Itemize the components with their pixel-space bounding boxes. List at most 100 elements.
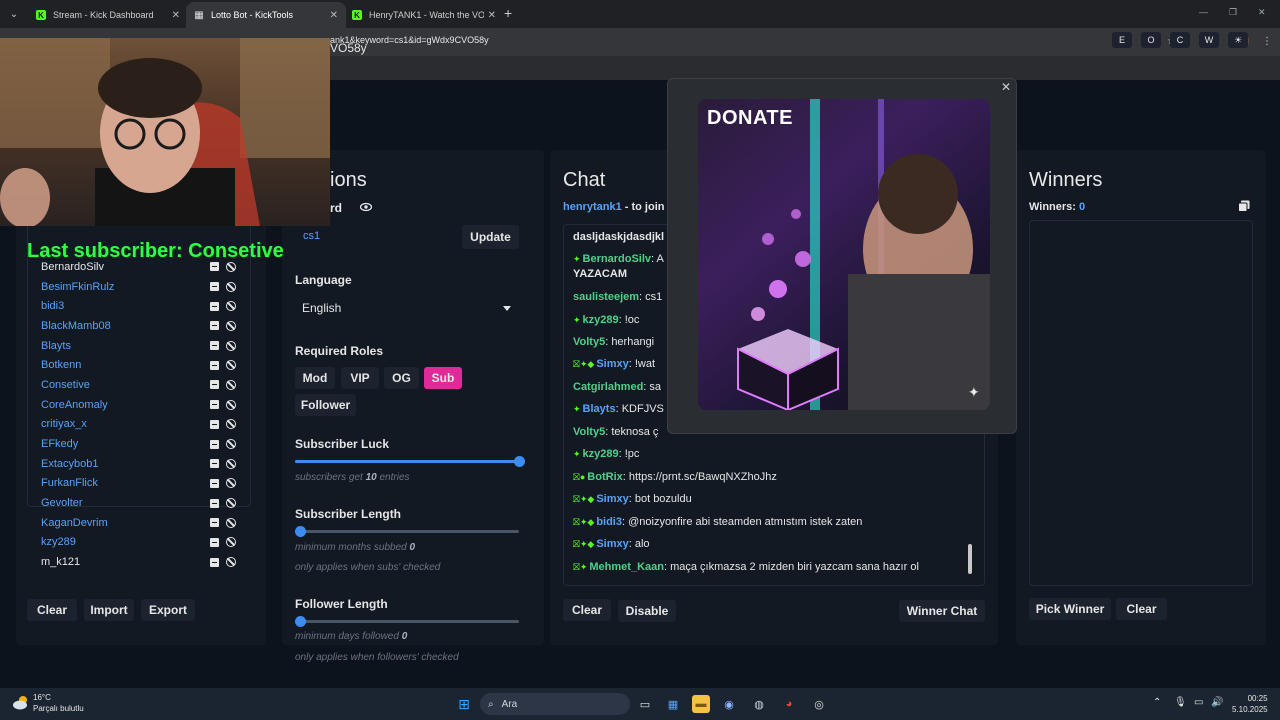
role-follower-toggle[interactable]: Follower	[295, 394, 356, 416]
user-list-item[interactable]: CoreAnomaly	[28, 395, 250, 415]
remove-user-icon[interactable]	[210, 419, 219, 429]
toolbar-button-c[interactable]: C	[1170, 32, 1190, 48]
channel-name[interactable]: henrytank1	[563, 201, 622, 213]
user-name[interactable]: kzy289	[41, 536, 210, 548]
ban-user-icon[interactable]	[226, 261, 236, 272]
chat-username[interactable]: saulisteejem	[573, 291, 639, 303]
close-window-icon[interactable]: ✕	[1258, 7, 1266, 18]
remove-user-icon[interactable]	[210, 459, 219, 469]
slider-handle[interactable]	[295, 616, 306, 627]
obs-icon[interactable]: ◎	[810, 695, 828, 713]
user-list-item[interactable]: BlackMamb08	[28, 316, 250, 336]
chat-username[interactable]: Blayts	[583, 403, 616, 415]
user-list-item[interactable]: Gevolter	[28, 493, 250, 513]
clear-chat-button[interactable]: Clear	[563, 599, 611, 621]
chat-username[interactable]: kzy289	[583, 448, 619, 460]
disable-chat-button[interactable]: Disable	[618, 600, 676, 622]
ban-user-icon[interactable]	[226, 537, 236, 548]
chrome-icon[interactable]: ◕	[780, 695, 798, 713]
clear-users-button[interactable]: Clear	[27, 599, 77, 621]
chat-username[interactable]: Volty5	[573, 336, 605, 348]
user-list-item[interactable]: Blayts	[28, 336, 250, 356]
user-list-item[interactable]: bidi3	[28, 296, 250, 316]
user-name[interactable]: FurkanFlick	[41, 477, 210, 489]
ban-user-icon[interactable]	[226, 419, 236, 430]
chat-username[interactable]: Volty5	[573, 426, 605, 438]
close-icon[interactable]: ✕	[1001, 80, 1011, 94]
user-name[interactable]: Extacybob1	[41, 458, 210, 470]
remove-user-icon[interactable]	[210, 380, 219, 390]
close-icon[interactable]: ✕	[488, 10, 496, 21]
user-name[interactable]: CoreAnomaly	[41, 399, 210, 411]
slider-handle[interactable]	[514, 456, 525, 467]
ban-user-icon[interactable]	[226, 557, 236, 568]
taskbar-clock[interactable]: 00:25 5.10.2025	[1232, 693, 1268, 715]
ban-user-icon[interactable]	[226, 439, 236, 450]
language-select[interactable]: English	[295, 296, 519, 320]
subscriber-luck-slider[interactable]	[295, 456, 525, 467]
calculator-icon[interactable]: ▦	[664, 695, 682, 713]
winner-chat-button[interactable]: Winner Chat	[899, 600, 985, 622]
role-vip-toggle[interactable]: VIP	[341, 367, 379, 389]
user-list-item[interactable]: Consetive	[28, 375, 250, 395]
remove-user-icon[interactable]	[210, 321, 219, 331]
keyword-input[interactable]: cs1	[295, 225, 455, 247]
user-list-item[interactable]: BesimFkinRulz	[28, 277, 250, 297]
volume-icon[interactable]: 🔊	[1211, 697, 1223, 708]
tab-henrytank-vod[interactable]: K HenryTANK1 - Watch the VOD ✕	[344, 2, 504, 28]
tab-stream-dashboard[interactable]: K Stream - Kick Dashboard ✕	[28, 2, 188, 28]
remove-user-icon[interactable]	[210, 478, 219, 488]
remove-user-icon[interactable]	[210, 537, 219, 547]
microphone-icon[interactable]: 🎙	[1174, 697, 1187, 708]
role-og-toggle[interactable]: OG	[384, 367, 419, 389]
user-list-item[interactable]: KaganDevrim	[28, 513, 250, 533]
role-sub-toggle[interactable]: Sub	[424, 367, 462, 389]
user-list-item[interactable]: m_k121	[28, 552, 250, 572]
weather-widget[interactable]: 16°C Parçalı bulutlu	[33, 692, 84, 714]
role-mod-toggle[interactable]: Mod	[295, 367, 335, 389]
close-icon[interactable]: ✕	[172, 10, 180, 21]
user-name[interactable]: bidi3	[41, 300, 210, 312]
restore-icon[interactable]: ❐	[1229, 7, 1237, 18]
user-name[interactable]: Blayts	[41, 340, 210, 352]
chat-username[interactable]: BotRix	[587, 471, 622, 483]
eye-icon[interactable]	[360, 201, 372, 213]
user-list-item[interactable]: FurkanFlick	[28, 474, 250, 494]
update-button[interactable]: Update	[462, 225, 519, 249]
import-button[interactable]: Import	[84, 599, 134, 621]
subscriber-length-slider[interactable]	[295, 526, 519, 537]
chat-username[interactable]: Catgirlahmed	[573, 381, 643, 393]
follower-length-slider[interactable]	[295, 616, 519, 627]
taskbar-search[interactable]: ⌕ Ara	[480, 693, 630, 715]
tray-chevron-icon[interactable]: ⌃	[1153, 697, 1161, 708]
ban-user-icon[interactable]	[226, 399, 236, 410]
chat-username[interactable]: Simxy	[596, 493, 628, 505]
chat-username[interactable]: kzy289	[583, 314, 619, 326]
user-name[interactable]: m_k121	[41, 556, 210, 568]
chat-username[interactable]: bidi3	[596, 516, 622, 528]
ban-user-icon[interactable]	[226, 360, 236, 371]
theme-toggle-icon[interactable]: ☀	[1228, 32, 1248, 48]
remove-user-icon[interactable]	[210, 439, 219, 449]
user-name[interactable]: BlackMamb08	[41, 320, 210, 332]
remove-user-icon[interactable]	[210, 518, 219, 528]
task-view-icon[interactable]: ▭	[636, 695, 654, 713]
close-icon[interactable]: ✕	[330, 10, 338, 21]
chat-username[interactable]: Mehmet_Kaan	[589, 561, 664, 573]
copy-icon[interactable]	[1238, 200, 1250, 212]
chat-username[interactable]: Simxy	[596, 358, 628, 370]
user-name[interactable]: KaganDevrim	[41, 517, 210, 529]
tab-lotto-bot[interactable]: ▦ Lotto Bot - KickTools ✕	[186, 2, 346, 28]
steam-icon[interactable]: ◍	[750, 695, 768, 713]
ban-user-icon[interactable]	[226, 478, 236, 489]
ban-user-icon[interactable]	[226, 458, 236, 469]
remove-user-icon[interactable]	[210, 498, 219, 508]
ban-user-icon[interactable]	[226, 281, 236, 292]
user-name[interactable]: critiyax_x	[41, 418, 210, 430]
toolbar-button-e[interactable]: E	[1112, 32, 1132, 48]
ban-user-icon[interactable]	[226, 301, 236, 312]
remove-user-icon[interactable]	[210, 360, 219, 370]
chat-username[interactable]: Simxy	[596, 538, 628, 550]
chat-scrollbar[interactable]	[968, 544, 972, 574]
user-list-item[interactable]: kzy289	[28, 533, 250, 553]
